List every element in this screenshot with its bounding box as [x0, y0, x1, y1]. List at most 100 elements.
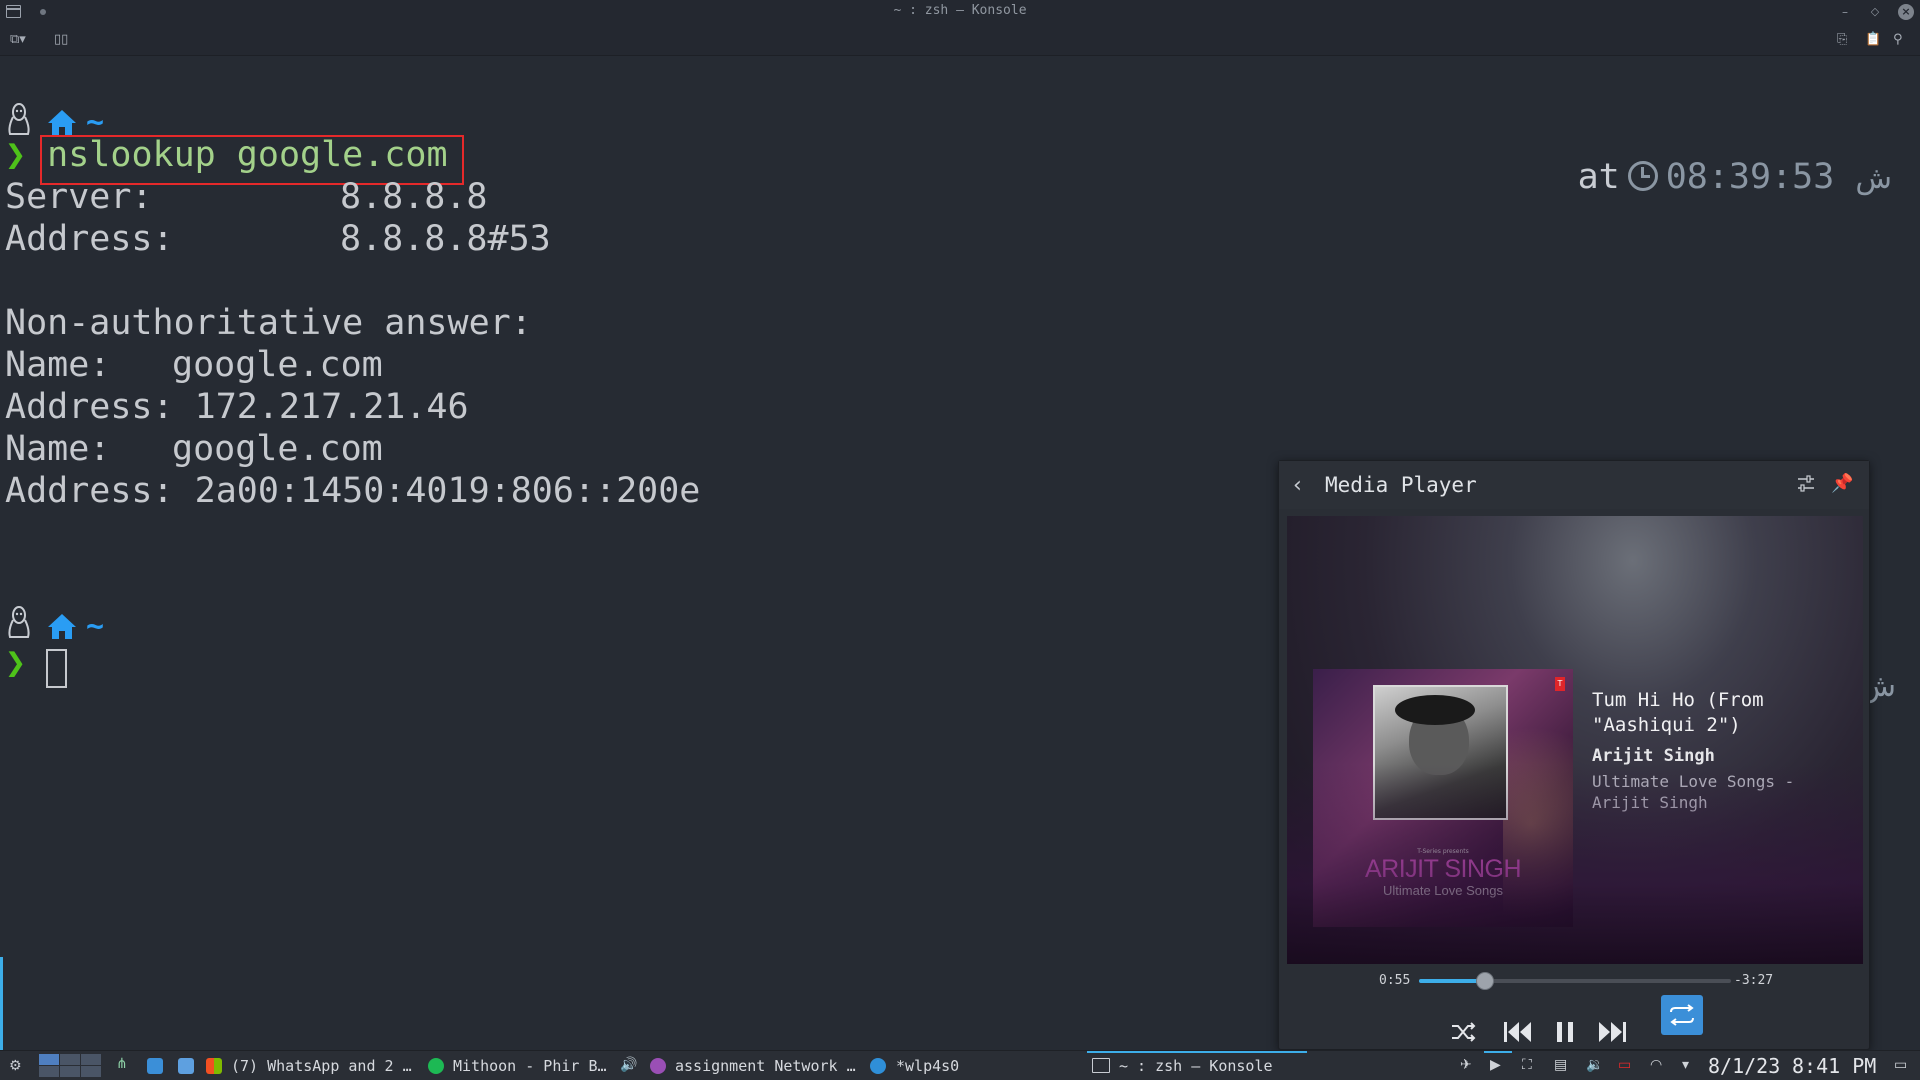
previous-track-icon[interactable]: [1499, 1014, 1535, 1050]
output-line: Address: 2a00:1450:4019:806::200e: [5, 471, 701, 511]
search-icon[interactable]: ⚲: [1893, 32, 1903, 48]
right-prompt-suffix: ش: [1855, 161, 1892, 196]
album-art-artist: ARIJIT SINGH: [1364, 855, 1522, 883]
output-label: Name:: [5, 345, 111, 385]
output-line: Address: 8.8.8.8#53: [5, 218, 551, 260]
media-controller-icon[interactable]: ▶: [1490, 1057, 1501, 1073]
track-title: Tum Hi Ho (From "Aashiqui 2"): [1592, 689, 1764, 736]
battery-icon[interactable]: ▭: [1618, 1057, 1631, 1073]
album-art: T T-Series presents ARIJIT SINGH Ultimat…: [1313, 669, 1573, 927]
assignment-app-icon[interactable]: [650, 1058, 666, 1074]
back-chevron-icon[interactable]: ‹: [1293, 473, 1302, 498]
output-line: Name: google.com: [5, 344, 383, 386]
output-line: Non-authoritative answer:: [5, 303, 532, 343]
terminal-cursor: [46, 649, 67, 688]
file-manager-icon[interactable]: [178, 1058, 194, 1074]
task-spotify[interactable]: Mithoon - Phir B…: [453, 1057, 607, 1075]
new-tab-icon[interactable]: ⧉▾: [10, 32, 26, 48]
progress-fill: [1419, 979, 1485, 983]
configure-icon[interactable]: [1797, 474, 1815, 494]
output-value: google.com: [172, 429, 383, 469]
media-player-title: Media Player: [1325, 473, 1477, 497]
linux-tux-icon: [8, 103, 30, 135]
repeat-button[interactable]: [1661, 995, 1703, 1035]
progress-handle[interactable]: [1475, 972, 1494, 990]
desktop-4[interactable]: [39, 1066, 59, 1077]
copy-icon[interactable]: ⎘: [1837, 32, 1847, 48]
album-art-subtitle: Ultimate Love Songs: [1383, 883, 1503, 898]
audio-playing-icon[interactable]: 🔊: [620, 1057, 637, 1073]
taskbar-date[interactable]: 8/1/23: [1708, 1054, 1780, 1078]
progress-slider[interactable]: [1419, 972, 1731, 990]
whatsapp-browser-icon[interactable]: [206, 1058, 222, 1074]
output-line: Address: 172.217.21.46: [5, 387, 469, 427]
show-desktop-icon[interactable]: ▭: [1894, 1057, 1907, 1073]
track-album: Ultimate Love Songs - Arijit Singh: [1592, 772, 1795, 812]
konsole-toolbar: ⧉▾ ▯▯ ⎘ 📋 ⚲: [0, 24, 1920, 56]
app-launcher-icon[interactable]: ⚙: [9, 1058, 22, 1074]
desktop-2[interactable]: [60, 1054, 80, 1065]
maximize-icon[interactable]: ◇: [1867, 4, 1883, 20]
virtual-desktop-pager[interactable]: [39, 1054, 103, 1078]
tseries-logo: T: [1555, 677, 1565, 691]
desktop-3[interactable]: [81, 1054, 101, 1065]
desktop-1[interactable]: [39, 1054, 59, 1065]
taskbar-time[interactable]: 8:41 PM: [1792, 1054, 1876, 1078]
right-prompt-time: 08:39:53: [1665, 157, 1835, 197]
download-icon[interactable]: [147, 1058, 163, 1074]
pause-icon[interactable]: [1551, 1014, 1579, 1050]
window-title: ~ : zsh — Konsole: [893, 3, 1027, 18]
task-whatsapp[interactable]: (7) WhatsApp and 2 …: [231, 1057, 412, 1075]
media-player-popup: ‹ Media Player 📌 T T-Series presents ARI…: [1278, 460, 1870, 1050]
right-prompt-at: at: [1577, 157, 1620, 197]
task-assignment[interactable]: assignment Network …: [675, 1057, 856, 1075]
output-label: Address:: [5, 219, 174, 259]
clock-icon: [1627, 161, 1658, 191]
clipboard-icon[interactable]: ▤: [1554, 1057, 1567, 1073]
time-remaining: -3:27: [1734, 973, 1774, 988]
home-icon: [48, 614, 76, 639]
volume-icon[interactable]: 🔉: [1586, 1057, 1603, 1073]
network-tool-icon[interactable]: ⋔: [116, 1056, 132, 1072]
next-track-icon[interactable]: [1595, 1014, 1631, 1050]
window-titlebar: ~ : zsh — Konsole – ◇ ×: [0, 0, 1920, 24]
prompt-line: ❯: [5, 642, 26, 684]
output-value: 8.8.8.8#53: [340, 219, 551, 259]
output-line: Name: google.com: [5, 428, 383, 470]
output-value: 8.8.8.8: [340, 177, 488, 217]
desktop-6[interactable]: [81, 1066, 101, 1077]
album-art-portrait: [1373, 685, 1508, 820]
output-value: google.com: [172, 345, 383, 385]
paste-icon[interactable]: 📋: [1865, 32, 1881, 48]
album-art-sparkle: [1503, 669, 1573, 927]
output-line: Server: 8.8.8.8: [5, 176, 488, 218]
minimize-icon[interactable]: –: [1837, 4, 1853, 20]
wifi-icon[interactable]: ◠: [1650, 1057, 1662, 1073]
task-wireshark[interactable]: *wlp4s0: [896, 1057, 959, 1075]
prompt-chevron-icon: ❯: [5, 135, 27, 175]
track-artist: Arijit Singh: [1592, 746, 1715, 766]
desktop-5[interactable]: [60, 1066, 80, 1077]
shuffle-icon[interactable]: [1449, 1014, 1477, 1050]
output-label: Name:: [5, 429, 111, 469]
output-label: Server:: [5, 177, 153, 217]
kde-connect-icon[interactable]: ✈: [1460, 1057, 1472, 1073]
active-task-indicator: [1087, 1051, 1307, 1053]
album-art-presents: T-Series presents: [1417, 848, 1469, 855]
split-view-icon[interactable]: ▯▯: [54, 32, 68, 48]
konsole-task-icon[interactable]: [1092, 1058, 1110, 1073]
right-prompt: at 08:39:53 ش: [1578, 157, 1892, 197]
spotify-icon[interactable]: [428, 1058, 444, 1074]
prompt-chevron-icon: ❯: [5, 643, 27, 683]
tray-expand-icon[interactable]: ▾: [1682, 1057, 1689, 1073]
media-background: T T-Series presents ARIJIT SINGH Ultimat…: [1287, 516, 1863, 964]
home-icon: [48, 110, 76, 135]
task-konsole[interactable]: ~ : zsh — Konsole: [1119, 1057, 1273, 1075]
prompt-directory: ~: [86, 609, 105, 644]
wireshark-icon[interactable]: [870, 1058, 886, 1074]
screenshot-icon[interactable]: ⛶: [1522, 1057, 1532, 1073]
close-icon[interactable]: ×: [1898, 4, 1914, 20]
media-player-header: ‹ Media Player 📌: [1279, 461, 1869, 509]
taskbar: ⚙ ⋔ (7) WhatsApp and 2 … Mithoon - Phir …: [0, 1050, 1920, 1080]
pin-icon[interactable]: 📌: [1831, 473, 1853, 494]
